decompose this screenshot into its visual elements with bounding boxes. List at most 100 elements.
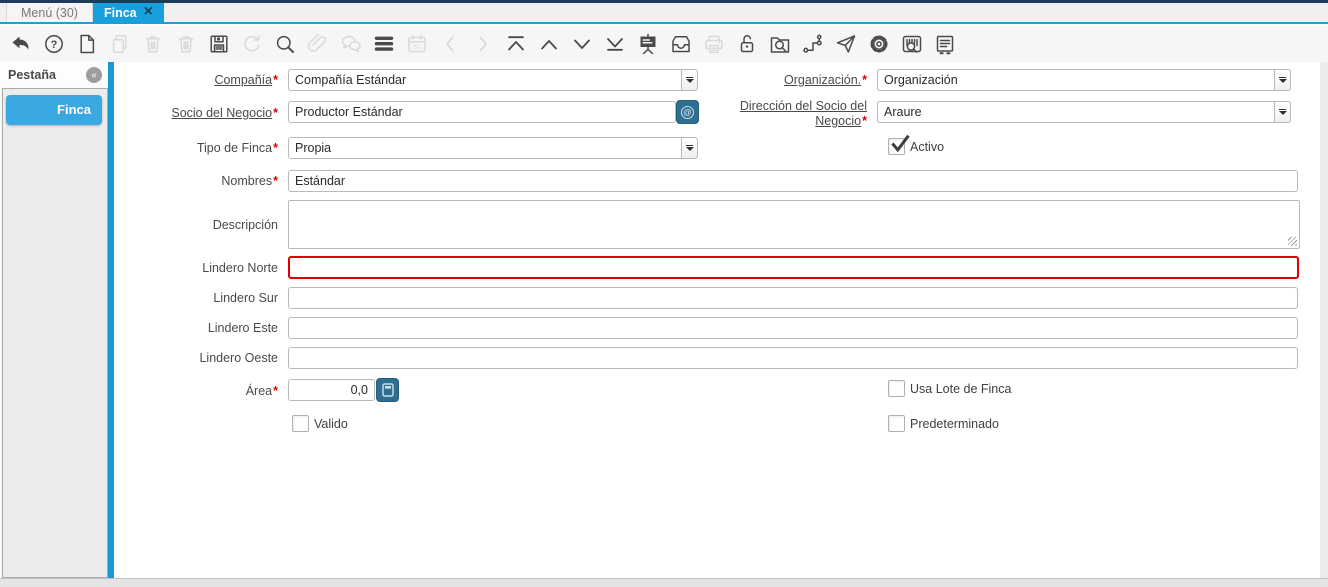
lindero-oeste-input[interactable]: [288, 347, 1298, 369]
help-icon: ?: [42, 32, 66, 56]
tab-menu-label: Menú (30): [21, 6, 78, 20]
tipo-finca-combo: [288, 137, 698, 159]
toolbar-find-button[interactable]: [272, 30, 298, 58]
toolbar: ? 31: [0, 26, 1328, 62]
business-partner-icon: @: [681, 106, 694, 119]
descripcion-textarea[interactable]: [288, 200, 1300, 249]
toolbar-report-button[interactable]: [635, 30, 661, 58]
toolbar-previous-record-button[interactable]: [536, 30, 562, 58]
tab-close-icon[interactable]: ×: [144, 4, 153, 20]
zoom-across-icon: [768, 32, 792, 56]
compania-label[interactable]: Compañía*: [110, 73, 278, 88]
dropdown-arrow-icon: [686, 145, 693, 147]
toolbar-workflow-button[interactable]: [800, 30, 826, 58]
organizacion-dropdown-button[interactable]: [1274, 69, 1291, 91]
activo-checkbox[interactable]: [888, 138, 905, 155]
toolbar-request-button[interactable]: [833, 30, 859, 58]
organizacion-combo: [877, 69, 1291, 91]
compania-dropdown-button[interactable]: [681, 69, 698, 91]
required-asterisk: *: [273, 141, 278, 155]
lindero-norte-label: Lindero Norte: [110, 261, 278, 276]
required-asterisk: *: [273, 106, 278, 120]
area-calculator-button[interactable]: [376, 378, 399, 402]
attachment-icon: [306, 32, 330, 56]
toggle-grid-icon: [372, 32, 396, 56]
toolbar-product-info-button[interactable]: [899, 30, 925, 58]
find-icon: [273, 32, 297, 56]
tab-finca-label: Finca: [104, 6, 137, 20]
toolbar-save-button[interactable]: [206, 30, 232, 58]
toolbar-archive-button[interactable]: [668, 30, 694, 58]
lindero-sur-input[interactable]: [288, 287, 1298, 309]
required-asterisk: *: [862, 73, 867, 87]
organizacion-label[interactable]: Organización.*: [735, 73, 867, 88]
predeterminado-checkbox[interactable]: [888, 415, 905, 432]
sidebar-collapse-button[interactable]: «: [86, 67, 102, 83]
toolbar-last-record-button[interactable]: [602, 30, 628, 58]
undo-icon: [9, 32, 33, 56]
parent-record-icon: [438, 32, 462, 56]
lock-icon: [735, 32, 759, 56]
toolbar-new-record-button[interactable]: [74, 30, 100, 58]
next-record-icon: [570, 32, 594, 56]
textarea-resize-grip[interactable]: [1288, 237, 1297, 246]
tab-finca[interactable]: Finca ×: [93, 3, 164, 22]
toolbar-chat-button: [338, 30, 364, 58]
tipo-finca-input[interactable]: [288, 137, 681, 159]
toolbar-first-record-button[interactable]: [503, 30, 529, 58]
last-record-icon: [603, 32, 627, 56]
sidebar-title: Pestaña: [0, 68, 86, 82]
compania-input[interactable]: [288, 69, 681, 91]
usa-lote-field: Usa Lote de Finca: [888, 380, 1011, 397]
tab-menu[interactable]: Menú (30): [6, 3, 93, 22]
archive-icon: [669, 32, 693, 56]
valido-checkbox[interactable]: [292, 415, 309, 432]
lindero-este-input[interactable]: [288, 317, 1298, 339]
svg-text:31: 31: [413, 42, 421, 51]
bottom-strip: [0, 578, 1328, 587]
toolbar-next-record-button[interactable]: [569, 30, 595, 58]
socio-input[interactable]: [288, 101, 676, 123]
toolbar-zoom-across-button[interactable]: [767, 30, 793, 58]
activo-field: Activo: [888, 138, 944, 155]
usa-lote-checkbox[interactable]: [888, 380, 905, 397]
valido-field: Valido: [292, 415, 348, 432]
toolbar-refresh-button: [239, 30, 265, 58]
save-icon: [207, 32, 231, 56]
sidebar-item-finca[interactable]: Finca: [6, 95, 102, 125]
sidebar-panel: Finca: [2, 88, 108, 578]
toolbar-parent-record-button: [437, 30, 463, 58]
toolbar-preferences-button[interactable]: [866, 30, 892, 58]
direccion-label[interactable]: Dirección del Socio del Negocio*: [735, 99, 867, 129]
descripcion-label: Descripción: [110, 218, 278, 233]
area-input[interactable]: [288, 379, 375, 401]
toolbar-delete-selection-button: [173, 30, 199, 58]
toolbar-lock-button[interactable]: [734, 30, 760, 58]
lindero-oeste-label: Lindero Oeste: [110, 351, 278, 366]
lindero-norte-input[interactable]: [288, 256, 1299, 279]
tipo-finca-dropdown-button[interactable]: [681, 137, 698, 159]
activo-label: Activo: [910, 140, 944, 154]
toolbar-report-window-button[interactable]: [932, 30, 958, 58]
required-asterisk: *: [273, 384, 278, 398]
usa-lote-label: Usa Lote de Finca: [910, 382, 1011, 396]
toolbar-toggle-grid-button[interactable]: [371, 30, 397, 58]
workflow-icon: [801, 32, 825, 56]
right-gutter: [1320, 62, 1328, 578]
socio-label[interactable]: Socio del Negocio*: [110, 106, 278, 121]
organizacion-input[interactable]: [877, 69, 1274, 91]
area-label: Área*: [110, 384, 278, 399]
previous-record-icon: [537, 32, 561, 56]
socio-search-button[interactable]: @: [676, 100, 699, 124]
application-window: Menú (30) Finca × ? 31 Pestaña « Finca Co…: [0, 0, 1328, 587]
toolbar-help-button[interactable]: ?: [41, 30, 67, 58]
toolbar-undo-button[interactable]: [8, 30, 34, 58]
history-icon: 31: [405, 32, 429, 56]
direccion-input[interactable]: [877, 101, 1274, 123]
request-icon: [834, 32, 858, 56]
toolbar-detail-record-button: [470, 30, 496, 58]
nombres-input[interactable]: [288, 170, 1298, 192]
toolbar-copy-record-button: [107, 30, 133, 58]
direccion-dropdown-button[interactable]: [1274, 101, 1291, 123]
toolbar-delete-record-button: [140, 30, 166, 58]
